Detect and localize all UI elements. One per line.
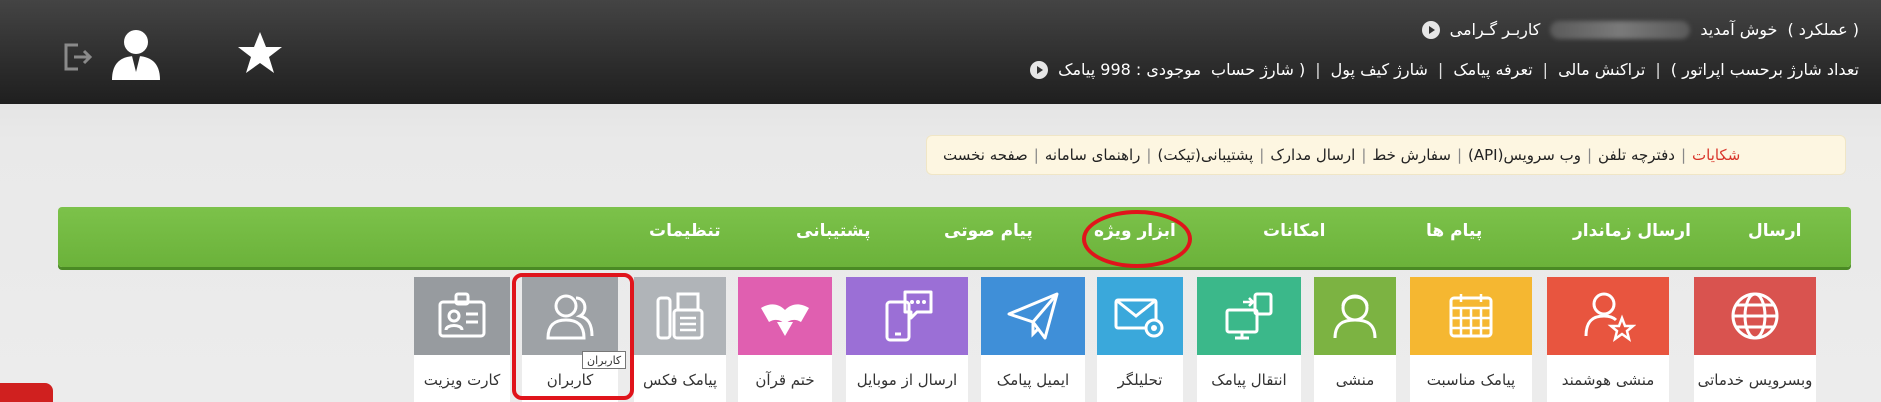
menu-send[interactable]: ارسال (1748, 221, 1801, 241)
quicklink-order-line[interactable]: سفارش خط (1366, 146, 1457, 164)
tile-icon-area (1314, 277, 1396, 355)
tile-send-from-mobile[interactable]: ارسال از موبایل (846, 277, 968, 402)
highlight-ellipse (1082, 210, 1192, 268)
quick-links-bar: صفحه نخست | راهنمای سامانه | پشتیبانی(تی… (926, 135, 1846, 175)
menu-voice-message[interactable]: پیام صوتی (944, 221, 1033, 241)
tile-occasion-sms[interactable]: پیامک مناسبت (1410, 277, 1532, 402)
paper-plane-icon (1007, 292, 1059, 340)
tile-icon-area (846, 277, 968, 355)
tile-label: ایمیل پیامک (981, 355, 1085, 402)
menu-features[interactable]: امکانات (1263, 221, 1325, 241)
quran-icon (761, 304, 809, 336)
tile-icon-area (1694, 277, 1816, 355)
quicklink-support-ticket[interactable]: پشتیبانی(تیکت) (1151, 146, 1259, 164)
tile-icon-area (634, 277, 726, 355)
user-star-icon (1584, 292, 1636, 342)
tile-web-service[interactable]: وبسرویس خدماتی (1694, 277, 1816, 402)
quicklink-send-documents[interactable]: ارسال مدارک (1264, 146, 1361, 164)
tile-icon-area (1547, 277, 1669, 355)
tile-icon-area (1197, 277, 1301, 355)
tile-business-card[interactable]: کارت ویزیت (414, 277, 510, 402)
top-header: کاربـر گـرامی خوش آمدید ( عملکرد ) موجود… (0, 0, 1881, 104)
tile-icon-area (1097, 277, 1183, 355)
transfer-icon (1225, 292, 1273, 340)
tooltip: کاربران (582, 351, 627, 369)
welcome-text: خوش آمدید (1700, 20, 1778, 39)
fax-icon (656, 292, 704, 340)
id-card-icon (438, 292, 486, 338)
blurred-username (1550, 20, 1691, 39)
user-icon[interactable] (108, 26, 164, 80)
role-text: ( عملکرد ) (1787, 20, 1859, 39)
tile-icon-area (414, 277, 510, 355)
play-bullet-icon (1421, 20, 1440, 39)
user-prefix: کاربـر گـرامی (1449, 20, 1541, 39)
tile-label: تحلیلگر (1097, 355, 1183, 402)
star-icon[interactable] (236, 30, 284, 76)
tile-icon-area (981, 277, 1085, 355)
calendar-icon (1449, 294, 1493, 338)
quicklink-phonebook[interactable]: دفترچه تلفن (1592, 146, 1681, 164)
link-sms-tariff[interactable]: تعرفه پیامک (1453, 60, 1532, 79)
tile-secretary[interactable]: منشی (1314, 277, 1396, 402)
menu-settings[interactable]: تنظیمات (649, 221, 721, 241)
tile-label: پیامک فکس (634, 355, 726, 402)
quicklink-complaints[interactable]: شکایات (1686, 146, 1746, 164)
link-operator-charge[interactable]: تعداد شارژ برحسب اپراتور ) (1671, 60, 1859, 79)
menu-support[interactable]: پشتیبانی (796, 221, 870, 241)
tile-label: ختم قرآن (738, 355, 832, 402)
tile-smart-secretary[interactable]: منشی هوشمند (1547, 277, 1669, 402)
tile-label: انتقال پیامک (1197, 355, 1301, 402)
mobile-chat-icon (885, 290, 933, 342)
main-menu: ارسال ارسال زماندار پیام ها امکانات ابزا… (58, 207, 1851, 267)
tile-label: منشی (1314, 355, 1396, 402)
quicklink-web-service[interactable]: وب سرویس(API) (1462, 146, 1587, 164)
secretary-icon (1333, 294, 1377, 339)
globe-icon (1731, 292, 1779, 340)
tile-quran[interactable]: ختم قرآن (738, 277, 832, 402)
tile-label: منشی هوشمند (1547, 355, 1669, 402)
tile-icon-area (1410, 277, 1532, 355)
tile-icon-area (738, 277, 832, 355)
quicklink-home[interactable]: صفحه نخست (937, 146, 1034, 164)
tile-label: کارت ویزیت (414, 355, 510, 402)
red-corner-widget[interactable] (0, 383, 53, 402)
link-transactions[interactable]: تراکنش مالی (1558, 60, 1645, 79)
highlight-frame (512, 273, 634, 400)
menu-messages[interactable]: پیام ها (1426, 221, 1482, 241)
quicklink-guide[interactable]: راهنمای سامانه (1039, 146, 1147, 164)
link-charge-wallet[interactable]: شارژ کیف پول (1331, 60, 1428, 79)
balance-text: موجودی : 998 پیامک (1058, 60, 1202, 79)
link-charge-account[interactable]: ( شارژ حساب (1211, 60, 1305, 79)
welcome-line: کاربـر گـرامی خوش آمدید ( عملکرد ) (1421, 20, 1859, 39)
tile-label: پیامک مناسبت (1410, 355, 1532, 402)
play-bullet-icon (1030, 60, 1049, 79)
tile-sms-transfer[interactable]: انتقال پیامک (1197, 277, 1301, 402)
tile-fax-sms[interactable]: پیامک فکس (634, 277, 726, 402)
menu-scheduled-send[interactable]: ارسال زماندار (1573, 221, 1691, 241)
mail-gear-icon (1114, 298, 1164, 338)
logout-icon[interactable] (62, 42, 94, 72)
account-line: موجودی : 998 پیامک ( شارژ حساب | شارژ کی… (1030, 60, 1859, 79)
tile-analyzer[interactable]: تحلیلگر (1097, 277, 1183, 402)
tile-email-sms[interactable]: ایمیل پیامک (981, 277, 1085, 402)
tile-label: وبسرویس خدماتی (1694, 355, 1816, 402)
tile-label: ارسال از موبایل (846, 355, 968, 402)
